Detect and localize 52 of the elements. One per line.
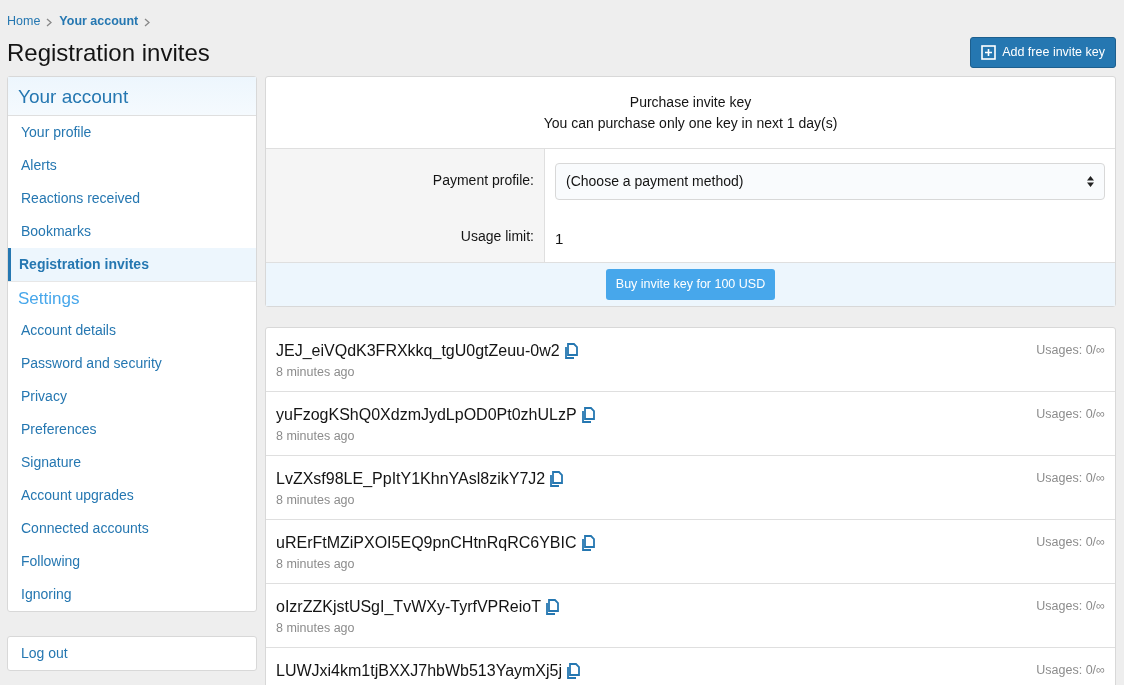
sidebar-item[interactable]: Your profile [8, 115, 256, 149]
sidebar-item[interactable]: Alerts [8, 148, 256, 182]
usage-count: Usages: 0/∞ [1036, 470, 1105, 485]
sidebar-item[interactable]: Account upgrades [8, 478, 256, 512]
purchase-title: Purchase invite key [628, 92, 753, 112]
sidebar-item[interactable]: Signature [8, 445, 256, 479]
field-label: Payment profile: [432, 170, 534, 190]
sidebar-item[interactable]: Registration invites [8, 247, 256, 281]
usage-count: Usages: 0/∞ [1036, 662, 1105, 677]
sidebar-item[interactable]: Account details [8, 313, 256, 347]
invite-key: LUWJxi4km1tjBXXJ7hbWb513YaymXj5j [276, 658, 563, 683]
invite-key: yuFzogKShQ0XdzmJydLpOD0Pt0zhULzP [276, 402, 577, 427]
usage-count: Usages: 0/∞ [1036, 342, 1105, 357]
invite-key: oIzrZZKjstUSgI_TvWXy-TyrfVPReioT [276, 594, 541, 619]
copy-icon[interactable] [580, 406, 596, 423]
usage-count: Usages: 0/∞ [1036, 534, 1105, 549]
purchase-note: You can purchase only one key in next 1 day(s) [542, 113, 839, 133]
usage-limit-value: 1 [555, 229, 564, 247]
copy-icon[interactable] [563, 342, 579, 359]
copy-icon[interactable] [566, 662, 582, 679]
sidebar-heading: Your account [8, 76, 256, 116]
field-label: Usage limit: [460, 227, 534, 247]
invite-key: JEJ_eiVQdK3FRXkkq_tgU0gtZeuu-0w2 [276, 338, 560, 363]
sidebar-heading: Settings [8, 280, 256, 314]
sidebar-item[interactable]: Reactions received [8, 181, 256, 215]
add-invite-button[interactable]: Add free invite key [970, 36, 1116, 68]
sidebar-item[interactable]: Connected accounts [8, 511, 256, 545]
breadcrumb-link[interactable]: Your account [59, 12, 139, 31]
sidebar-item[interactable]: Following [8, 544, 256, 578]
key-time: 8 minutes ago [276, 555, 356, 573]
copy-icon[interactable] [544, 598, 560, 615]
plus-square-icon [981, 44, 997, 60]
key-time: 8 minutes ago [276, 491, 356, 509]
buy-button[interactable]: Buy invite key for 100 USD [605, 269, 776, 300]
sidebar-item[interactable]: Ignoring [8, 577, 256, 611]
key-time: 8 minutes ago [276, 619, 356, 637]
sidebar-item[interactable]: Privacy [8, 379, 256, 413]
sidebar-item[interactable]: Password and security [8, 346, 256, 380]
payment-select[interactable]: (Choose a payment method) [555, 162, 1105, 200]
key-time: 8 minutes ago [276, 427, 356, 445]
usage-count: Usages: 0/∞ [1036, 598, 1105, 613]
key-time: 8 minutes ago [276, 363, 356, 381]
sidebar-item[interactable]: Preferences [8, 412, 256, 446]
copy-icon[interactable] [549, 470, 565, 487]
breadcrumb-link[interactable]: Home [7, 12, 41, 31]
usage-count: Usages: 0/∞ [1036, 406, 1105, 421]
page-title: Registration invites [7, 38, 210, 68]
sidebar-item[interactable]: Bookmarks [8, 214, 256, 248]
logout-link[interactable]: Log out [8, 636, 256, 670]
copy-icon[interactable] [580, 534, 596, 551]
invite-key: uRErFtMZiPXOI5EQ9pnCHtnRqRC6YBIC [276, 530, 577, 555]
invite-key: LvZXsf98LE_PpItY1KhnYAsl8zikY7J2 [276, 466, 546, 491]
